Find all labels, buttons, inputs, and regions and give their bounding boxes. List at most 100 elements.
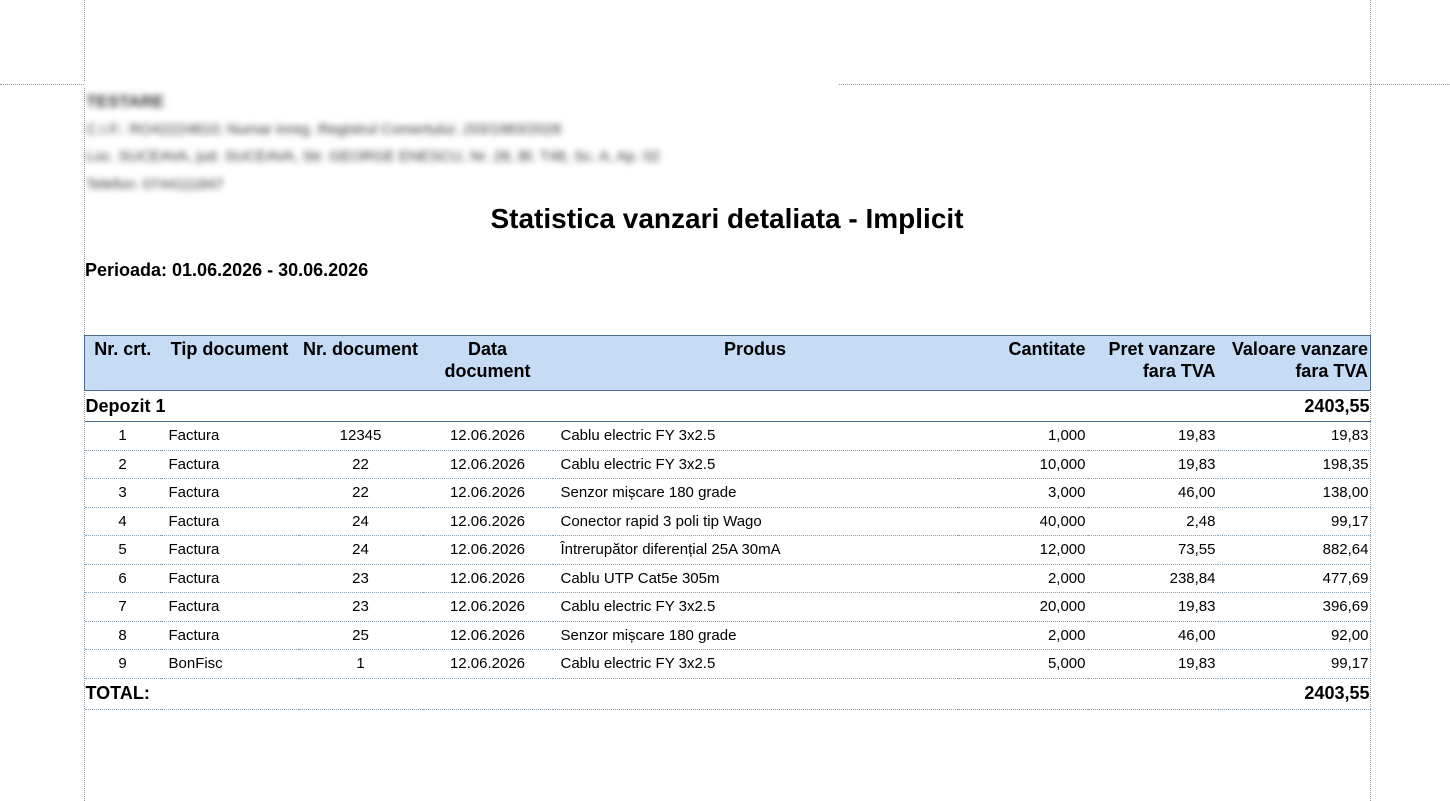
company-name: TESTARE (86, 92, 165, 111)
cell-valoare: 99,17 (1217, 507, 1371, 536)
cell-produs: Cablu electric FY 3x2.5 (552, 649, 958, 679)
table-row: 6 Factura 23 12.06.2026 Cablu UTP Cat5e 305m… (84, 564, 1371, 593)
cell-tip: Factura (160, 535, 299, 565)
cell-doc: 22 (298, 450, 423, 479)
company-fiscal-code: C.I.F.: RO42224810; Numar inreg. Registr… (86, 120, 562, 138)
cell-nr: 3 (84, 478, 161, 508)
group-row: Depozit 1 2403,55 (84, 390, 1371, 422)
cell-nr: 9 (84, 649, 161, 679)
cell-doc: 12345 (298, 421, 423, 451)
cell-data: 12.06.2026 (422, 564, 553, 593)
table-row: 4 Factura 24 12.06.2026 Conector rapid 3 pol… (84, 507, 1371, 536)
cell-data: 12.06.2026 (422, 421, 553, 451)
table-row: 2 Factura 22 12.06.2026 Cablu electric FY 3x… (84, 450, 1371, 479)
cell-cantitate: 2,000 (957, 621, 1088, 650)
cell-data: 12.06.2026 (422, 649, 553, 679)
header-nr-crt: Nr. crt. (84, 335, 161, 391)
cell-data: 12.06.2026 (422, 507, 553, 536)
header-produs: Produs (552, 335, 958, 391)
cell-pret: 46,00 (1087, 621, 1218, 650)
cell-pret: 73,55 (1087, 535, 1218, 565)
table-row: 1 Factura 12345 12.06.2026 Cablu electric FY… (84, 421, 1371, 451)
cell-cantitate: 12,000 (957, 535, 1088, 565)
group-label: Depozit 1 (84, 390, 1218, 422)
cell-pret: 19,83 (1087, 592, 1218, 622)
header-pret-vanzare: Pret vanzare fara TVA (1087, 335, 1218, 391)
total-label: TOTAL: (84, 678, 1218, 710)
cell-cantitate: 5,000 (957, 649, 1088, 679)
cell-pret: 19,83 (1087, 450, 1218, 479)
company-phone: Telefon: 0744111847 (86, 175, 224, 193)
cell-doc: 22 (298, 478, 423, 508)
cell-tip: Factura (160, 621, 299, 650)
cell-nr: 5 (84, 535, 161, 565)
cell-nr: 2 (84, 450, 161, 479)
cell-doc: 25 (298, 621, 423, 650)
cell-valoare: 882,64 (1217, 535, 1371, 565)
cell-cantitate: 10,000 (957, 450, 1088, 479)
table-header-row: Nr. crt. Tip document Nr. document Data … (84, 335, 1371, 391)
table-row: 5 Factura 24 12.06.2026 Întrerupător diferen… (84, 535, 1371, 565)
cell-pret: 19,83 (1087, 649, 1218, 679)
cell-pret: 238,84 (1087, 564, 1218, 593)
cell-valoare: 99,17 (1217, 649, 1371, 679)
cell-doc: 1 (298, 649, 423, 679)
cell-valoare: 19,83 (1217, 421, 1371, 451)
cell-data: 12.06.2026 (422, 621, 553, 650)
cell-produs: Cablu electric FY 3x2.5 (552, 592, 958, 622)
cell-valoare: 138,00 (1217, 478, 1371, 508)
cell-valoare: 92,00 (1217, 621, 1371, 650)
cell-cantitate: 20,000 (957, 592, 1088, 622)
table-row: 3 Factura 22 12.06.2026 Senzor mișcare 180 g… (84, 478, 1371, 508)
table-row: 7 Factura 23 12.06.2026 Cablu electric FY 3x… (84, 592, 1371, 622)
cell-produs: Cablu electric FY 3x2.5 (552, 421, 958, 451)
cell-cantitate: 3,000 (957, 478, 1088, 508)
cell-doc: 23 (298, 564, 423, 593)
cell-tip: Factura (160, 507, 299, 536)
cell-tip: Factura (160, 421, 299, 451)
cell-tip: BonFisc (160, 649, 299, 679)
cell-doc: 24 (298, 535, 423, 565)
report-title: Statistica vanzari detaliata - Implicit (490, 203, 964, 234)
sales-table: Nr. crt. Tip document Nr. document Data … (84, 335, 1371, 710)
cell-produs: Senzor mișcare 180 grade (552, 478, 958, 508)
cell-data: 12.06.2026 (422, 450, 553, 479)
report-period: Perioada: 01.06.2026 - 30.06.2026 (85, 260, 369, 280)
header-nr-document: Nr. document (298, 335, 423, 391)
cell-nr: 8 (84, 621, 161, 650)
cell-nr: 1 (84, 421, 161, 451)
table-row: 8 Factura 25 12.06.2026 Senzor mișcare 180 g… (84, 621, 1371, 650)
cell-data: 12.06.2026 (422, 592, 553, 622)
cell-nr: 4 (84, 507, 161, 536)
cell-data: 12.06.2026 (422, 478, 553, 508)
cell-doc: 24 (298, 507, 423, 536)
report-table-container: Nr. crt. Tip document Nr. document Data … (84, 335, 1371, 710)
table-row: 9 BonFisc 1 12.06.2026 Cablu electric FY 3x2… (84, 649, 1371, 679)
cell-tip: Factura (160, 564, 299, 593)
cell-valoare: 198,35 (1217, 450, 1371, 479)
cell-valoare: 477,69 (1217, 564, 1371, 593)
header-tip-document: Tip document (160, 335, 299, 391)
cell-pret: 19,83 (1087, 421, 1218, 451)
cell-tip: Factura (160, 592, 299, 622)
cell-nr: 7 (84, 592, 161, 622)
cell-produs: Conector rapid 3 poli tip Wago (552, 507, 958, 536)
group-total: 2403,55 (1217, 390, 1371, 422)
cell-cantitate: 2,000 (957, 564, 1088, 593)
cell-produs: Cablu electric FY 3x2.5 (552, 450, 958, 479)
header-valoare-vanzare: Valoare vanzare fara TVA (1217, 335, 1371, 391)
page-margin-top-left (0, 84, 84, 85)
header-cantitate: Cantitate (957, 335, 1088, 391)
cell-pret: 46,00 (1087, 478, 1218, 508)
total-row: TOTAL: 2403,55 (84, 678, 1371, 710)
cell-tip: Factura (160, 478, 299, 508)
cell-produs: Senzor mișcare 180 grade (552, 621, 958, 650)
company-info: TESTARE C.I.F.: RO42224810; Numar inreg.… (86, 88, 660, 198)
total-value: 2403,55 (1217, 678, 1371, 710)
cell-valoare: 396,69 (1217, 592, 1371, 622)
cell-doc: 23 (298, 592, 423, 622)
cell-pret: 2,48 (1087, 507, 1218, 536)
header-data-document: Data document (422, 335, 553, 391)
cell-cantitate: 1,000 (957, 421, 1088, 451)
cell-data: 12.06.2026 (422, 535, 553, 565)
